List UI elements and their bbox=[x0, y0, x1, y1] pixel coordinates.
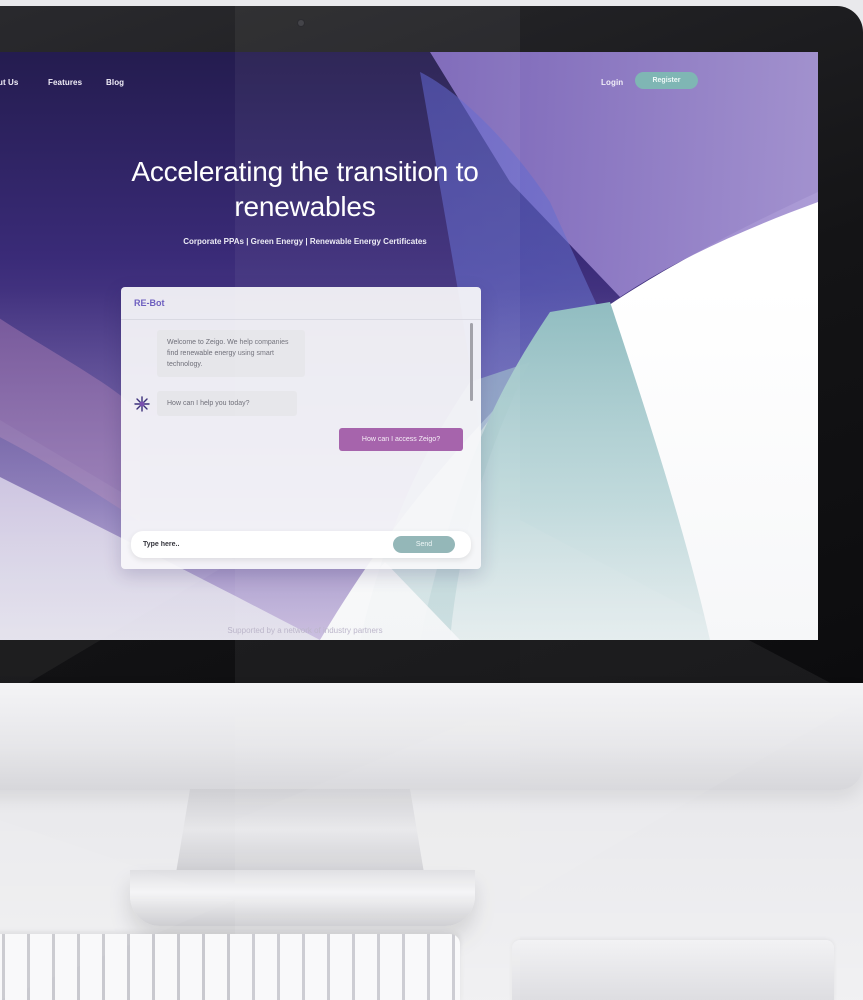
partners-text: Supported by a network of industry partn… bbox=[227, 626, 383, 635]
chat-input-bar: Send bbox=[131, 531, 471, 558]
bot-message: Welcome to Zeigo. We help companies find… bbox=[157, 330, 305, 377]
nav-login[interactable]: Login bbox=[601, 78, 623, 87]
hero-subtitle: Corporate PPAs | Green Energy | Renewabl… bbox=[183, 237, 427, 246]
nav-about-us[interactable]: out Us bbox=[0, 78, 19, 87]
chat-title: RE-Bot bbox=[134, 298, 165, 308]
chat-message-input[interactable] bbox=[143, 537, 383, 552]
starburst-icon bbox=[134, 396, 150, 412]
keyboard bbox=[0, 934, 460, 1000]
monitor-chin bbox=[0, 683, 863, 790]
send-button[interactable]: Send bbox=[393, 536, 455, 553]
user-message: How can I access Zeigo? bbox=[339, 428, 463, 451]
chat-header: RE-Bot bbox=[121, 287, 481, 320]
website-screen: out Us Features Blog Login Register Acce… bbox=[0, 52, 818, 640]
chatbot-window: RE-Bot Welcome to Zeigo. We help compani… bbox=[121, 287, 481, 569]
nav-blog[interactable]: Blog bbox=[106, 78, 124, 87]
photo-scene: out Us Features Blog Login Register Acce… bbox=[0, 0, 863, 1000]
trackpad bbox=[512, 940, 834, 1000]
hero-title: Accelerating the transition to renewable… bbox=[131, 156, 479, 222]
chat-scrollbar[interactable] bbox=[470, 323, 473, 401]
camera-icon bbox=[298, 20, 304, 26]
nav-features[interactable]: Features bbox=[48, 78, 82, 87]
register-button[interactable]: Register bbox=[635, 72, 698, 89]
bot-message: How can I help you today? bbox=[157, 391, 297, 416]
